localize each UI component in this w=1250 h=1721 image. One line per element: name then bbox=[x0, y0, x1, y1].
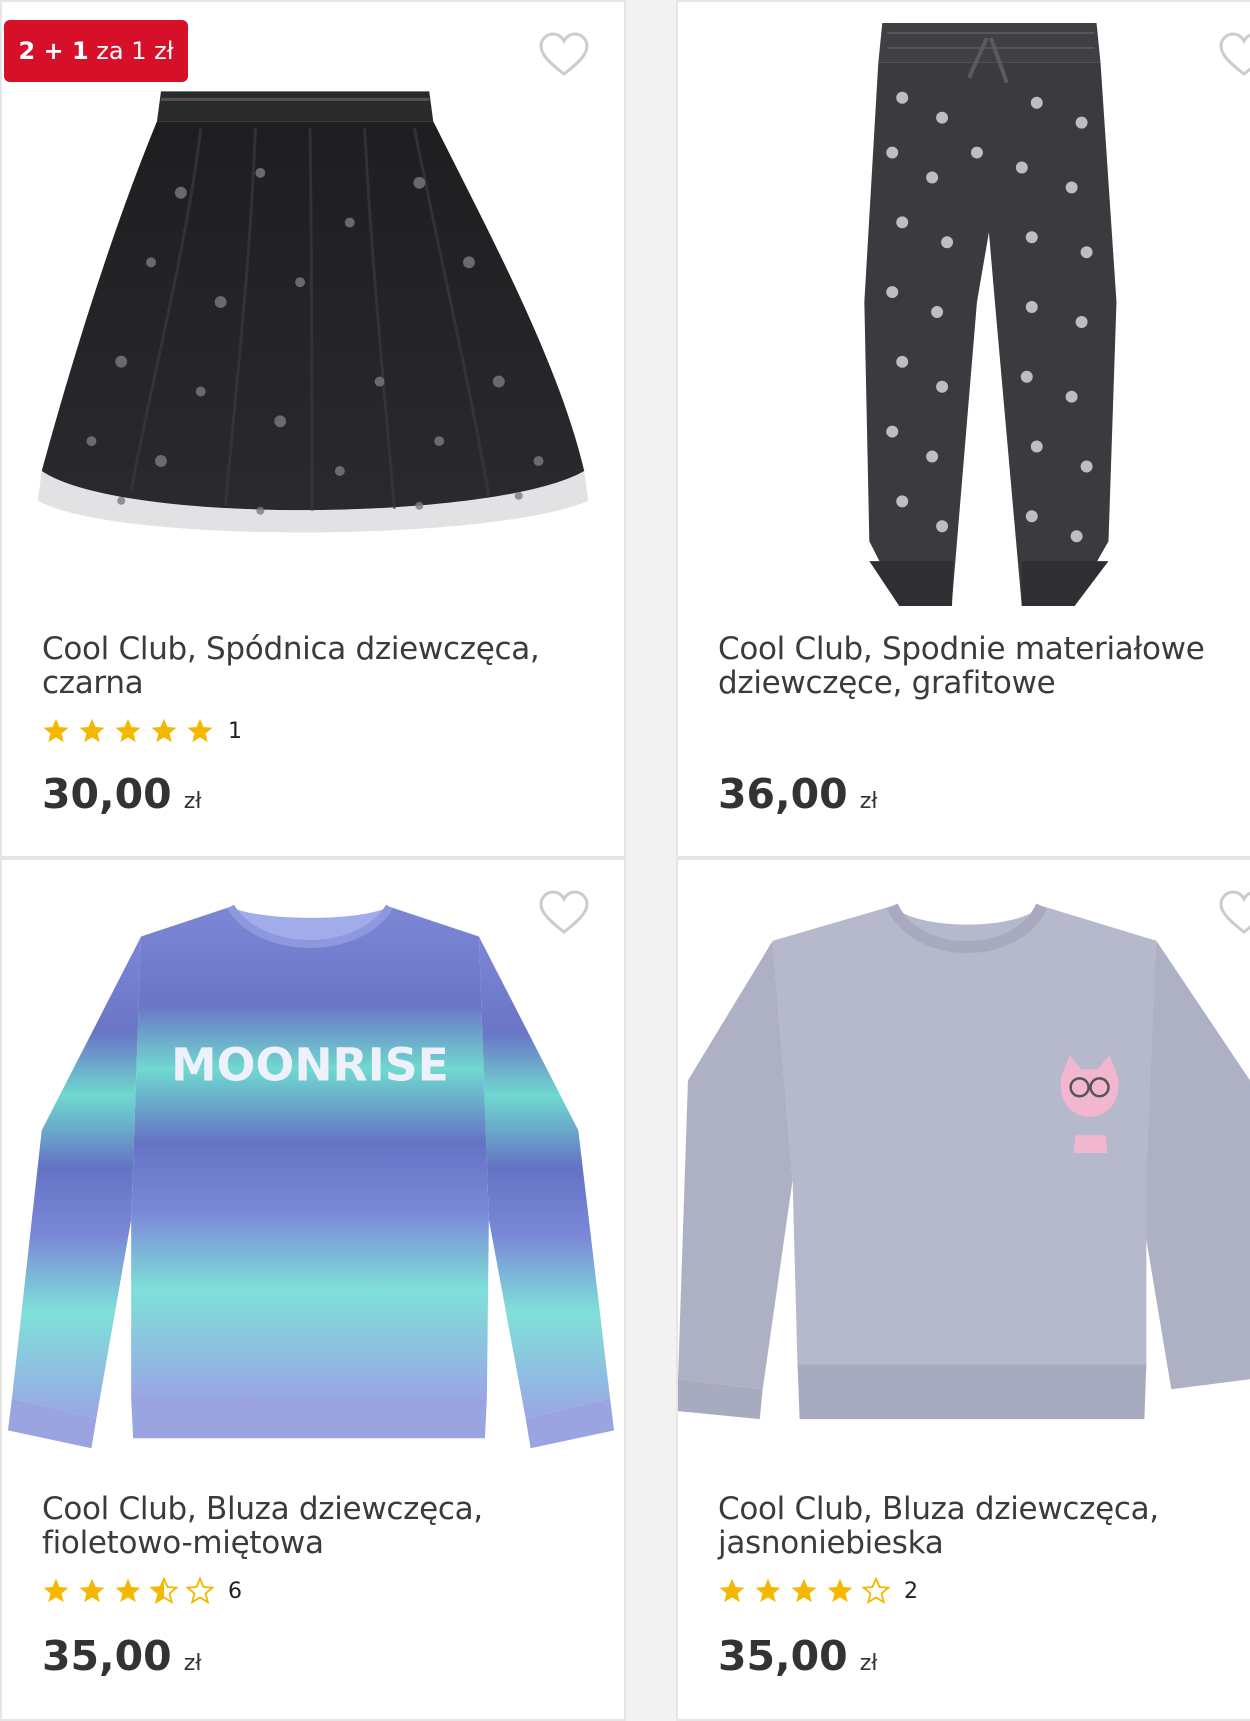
product-rating: 6 bbox=[42, 1574, 242, 1608]
star-icon bbox=[115, 718, 141, 743]
star-icon bbox=[79, 718, 105, 743]
product-title-line: czarna bbox=[42, 665, 144, 701]
product-title-line: Cool Club, Bluza dziewczęca, bbox=[718, 1491, 1159, 1527]
rating-count: 2 bbox=[904, 1578, 918, 1604]
product-title-line: fioletowo-miętowa bbox=[42, 1525, 324, 1561]
price-value: 30,00 bbox=[42, 770, 172, 818]
product-card[interactable]: 2 + 1 za 1 zł Cool Club, Spódnica dziewc… bbox=[0, 0, 626, 858]
print-text: MOONRISE bbox=[171, 1039, 449, 1092]
product-title[interactable]: Cool Club, Bluza dziewczęca, jasnoniebie… bbox=[718, 1492, 1250, 1560]
product-title[interactable]: Cool Club, Spódnica dziewczęca, czarna bbox=[42, 632, 582, 700]
product-rating: 2 bbox=[718, 1574, 918, 1608]
heart-outline-icon[interactable] bbox=[1218, 32, 1250, 78]
grid-gutter bbox=[626, 0, 676, 1721]
product-rating: 1 bbox=[42, 714, 242, 748]
star-icon bbox=[151, 718, 177, 743]
product-image[interactable] bbox=[678, 860, 1250, 1480]
product-price: 30,00 zł bbox=[42, 770, 202, 818]
product-title-line: Cool Club, Spódnica dziewczęca, bbox=[42, 631, 540, 667]
product-title-line: Cool Club, Spodnie materiałowe bbox=[718, 631, 1205, 667]
price-value: 35,00 bbox=[42, 1632, 172, 1680]
price-value: 36,00 bbox=[718, 770, 848, 818]
promo-badge: 2 + 1 za 1 zł bbox=[4, 20, 188, 82]
product-card[interactable]: Cool Club, Bluza dziewczęca, jasnoniebie… bbox=[676, 858, 1250, 1721]
price-currency: zł bbox=[183, 1651, 202, 1676]
product-price: 35,00 zł bbox=[718, 1632, 878, 1680]
heart-outline-icon[interactable] bbox=[1218, 890, 1250, 936]
star-empty-icon bbox=[862, 1577, 890, 1605]
price-currency: zł bbox=[859, 1651, 878, 1676]
star-icon bbox=[43, 718, 69, 743]
product-image[interactable] bbox=[2, 2, 624, 622]
product-card[interactable]: Cool Club, Spodnie materiałowe dziewczęc… bbox=[676, 0, 1250, 858]
star-half-icon bbox=[150, 1577, 178, 1605]
product-price: 35,00 zł bbox=[42, 1632, 202, 1680]
heart-outline-icon[interactable] bbox=[538, 890, 590, 936]
product-image[interactable] bbox=[678, 2, 1250, 622]
star-icon bbox=[43, 1578, 69, 1603]
promo-badge-strong: 2 + 1 bbox=[18, 37, 89, 65]
price-currency: zł bbox=[183, 789, 202, 814]
rating-count: 6 bbox=[228, 1578, 242, 1604]
promo-badge-rest: za 1 zł bbox=[96, 37, 174, 65]
product-title-line: Cool Club, Bluza dziewczęca, bbox=[42, 1491, 483, 1527]
product-title-line: dziewczęce, grafitowe bbox=[718, 665, 1056, 701]
product-price: 36,00 zł bbox=[718, 770, 878, 818]
price-currency: zł bbox=[859, 789, 878, 814]
star-icon bbox=[827, 1578, 853, 1603]
product-title-line: jasnoniebieska bbox=[718, 1525, 944, 1561]
star-empty-icon bbox=[186, 1577, 214, 1605]
star-icon bbox=[79, 1578, 105, 1603]
product-card[interactable]: MOONRISE Cool Club, Bluza dziewczęca, fi… bbox=[0, 858, 626, 1721]
star-icon bbox=[115, 1578, 141, 1603]
star-icon bbox=[791, 1578, 817, 1603]
product-grid: 2 + 1 za 1 zł Cool Club, Spódnica dziewc… bbox=[0, 0, 1250, 1721]
product-title[interactable]: Cool Club, Spodnie materiałowe dziewczęc… bbox=[718, 632, 1250, 700]
star-icon bbox=[719, 1578, 745, 1603]
star-icon bbox=[755, 1578, 781, 1603]
heart-outline-icon[interactable] bbox=[538, 32, 590, 78]
price-value: 35,00 bbox=[718, 1632, 848, 1680]
star-icon bbox=[187, 718, 213, 743]
rating-count: 1 bbox=[228, 718, 242, 744]
product-image[interactable]: MOONRISE bbox=[2, 860, 624, 1480]
product-title[interactable]: Cool Club, Bluza dziewczęca, fioletowo-m… bbox=[42, 1492, 582, 1560]
